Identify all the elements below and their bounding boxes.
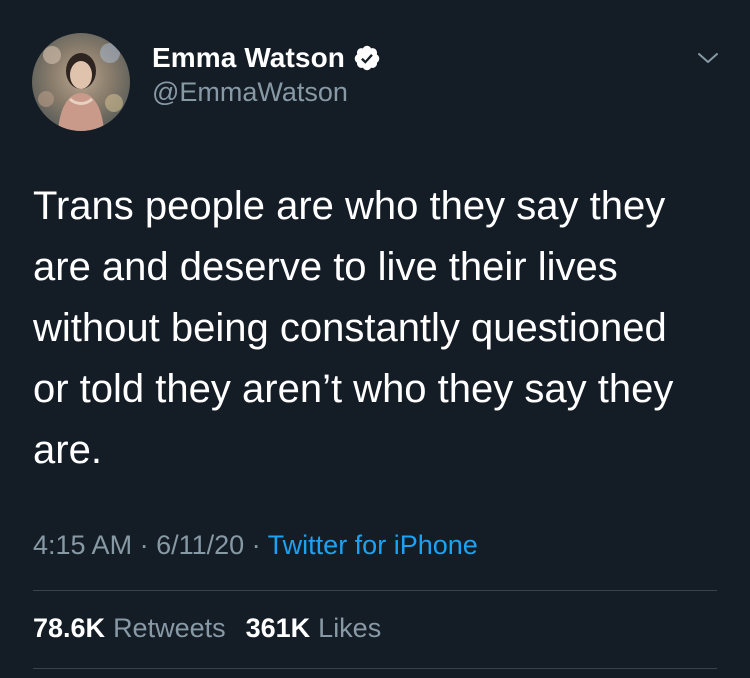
verified-badge-icon xyxy=(353,44,381,72)
avatar[interactable] xyxy=(32,33,130,131)
tweet-text: Trans people are who they say they are a… xyxy=(33,184,674,472)
tweet-source-link[interactable]: Twitter for iPhone xyxy=(268,530,478,560)
tweet-date[interactable]: 6/11/20 xyxy=(156,530,244,560)
retweets-count: 78.6K xyxy=(33,613,106,643)
chevron-down-icon[interactable] xyxy=(696,46,720,70)
likes-count: 361K xyxy=(245,613,311,643)
divider xyxy=(33,668,717,669)
avatar-image xyxy=(38,43,123,131)
tweet-time[interactable]: 4:15 AM xyxy=(33,530,132,560)
display-name[interactable]: Emma Watson xyxy=(152,42,345,74)
tweet-card: Emma Watson @EmmaWatson Trans people are… xyxy=(0,0,750,678)
retweets-label: Retweets xyxy=(113,613,226,643)
meta-separator: · xyxy=(132,530,157,560)
retweets-stat[interactable]: 78.6K Retweets xyxy=(33,613,226,644)
likes-stat[interactable]: 361K Likes xyxy=(246,613,382,644)
tweet-meta: 4:15 AM · 6/11/20 · Twitter for iPhone xyxy=(33,530,478,561)
meta-separator: · xyxy=(244,530,268,560)
author-name-row: Emma Watson xyxy=(152,40,381,76)
author-handle[interactable]: @EmmaWatson xyxy=(152,77,348,108)
likes-label: Likes xyxy=(318,613,382,643)
tweet-stats: 78.6K Retweets 361K Likes xyxy=(33,613,401,644)
divider xyxy=(33,590,717,591)
